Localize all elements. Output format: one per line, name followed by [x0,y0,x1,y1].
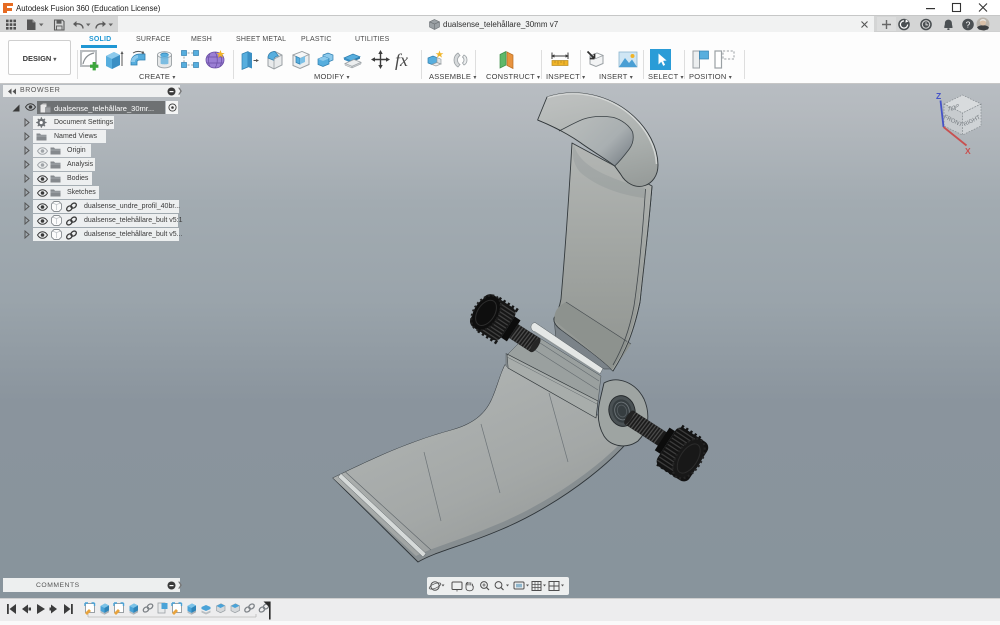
svg-text:Z: Z [936,91,941,101]
svg-text:X: X [965,146,971,156]
